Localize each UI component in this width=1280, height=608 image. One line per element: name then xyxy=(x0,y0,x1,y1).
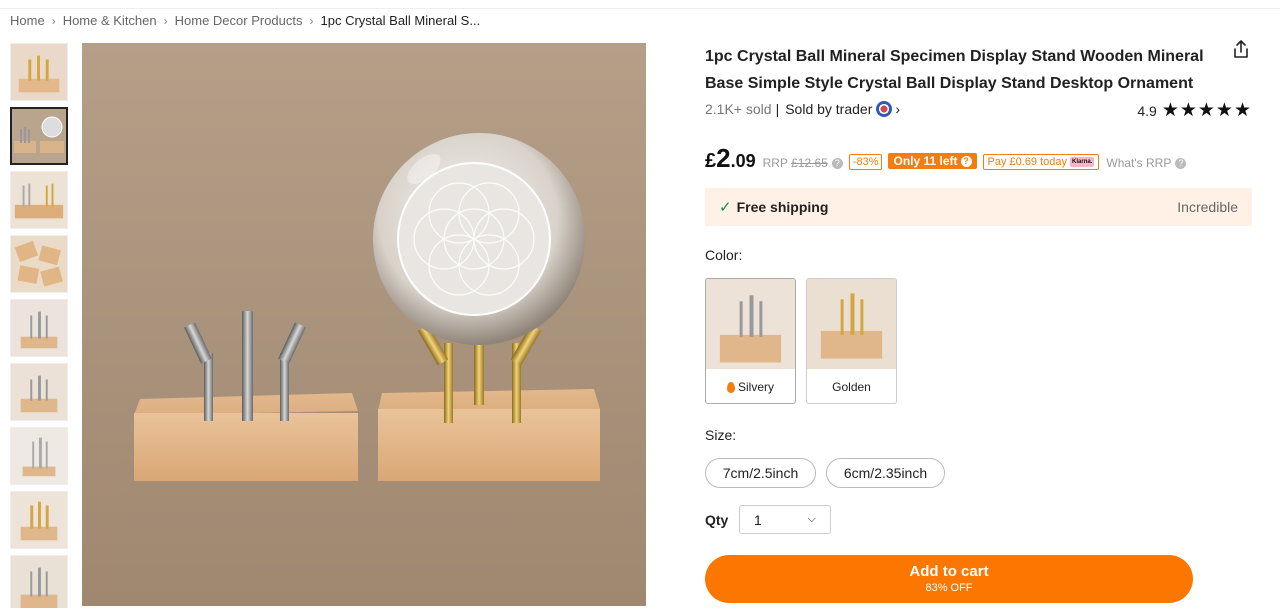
qty-select[interactable]: 1 ⌵ xyxy=(739,505,831,534)
thumbnail-9[interactable] xyxy=(10,555,68,608)
stock-badge[interactable]: Only 11 left? xyxy=(888,153,977,169)
divider: | xyxy=(775,101,780,117)
breadcrumb-separator-icon: › xyxy=(163,13,168,28)
swatch-image xyxy=(807,279,896,369)
price-decimal: .09 xyxy=(730,151,756,171)
klarna-logo: Klarna. xyxy=(1070,157,1095,167)
help-icon: ? xyxy=(1175,158,1187,170)
swatch-text: Silvery xyxy=(737,380,774,394)
size-option-6cm[interactable]: 6cm/2.35inch xyxy=(826,458,945,488)
swatch-label: Silvery xyxy=(706,369,795,403)
chevron-down-icon: ⌵ xyxy=(807,513,816,525)
rrp-value: £12.65 xyxy=(791,156,828,170)
thumbnail-5[interactable] xyxy=(10,299,68,357)
breadcrumb-separator-icon: › xyxy=(309,13,314,28)
size-option-7cm[interactable]: 7cm/2.5inch xyxy=(705,458,816,488)
swatch-image xyxy=(706,279,795,369)
price-currency: £ xyxy=(705,150,717,172)
discount-badge: -83% xyxy=(848,154,883,170)
help-icon[interactable]: ? xyxy=(831,158,843,170)
shipping-banner[interactable]: ✓ Free shipping Incredible xyxy=(705,188,1252,226)
store-badge-icon xyxy=(876,101,893,117)
thumbnail-2[interactable] xyxy=(10,107,68,165)
rrp: RRP £12.65? xyxy=(763,156,843,170)
whats-rrp-link[interactable]: What's RRP? xyxy=(1106,156,1187,170)
stock-text: Only 11 left xyxy=(893,154,958,168)
thumbnail-7[interactable] xyxy=(10,427,68,485)
price-integer: 2 xyxy=(716,143,731,173)
breadcrumb: Home › Home & Kitchen › Home Decor Produ… xyxy=(10,13,480,28)
add-to-cart-discount: 83% OFF xyxy=(925,582,973,594)
klarna-badge[interactable]: Pay £0.69 today Klarna. xyxy=(982,154,1100,170)
main-product-image[interactable] xyxy=(82,43,646,606)
qty-value: 1 xyxy=(754,511,762,528)
rrp-label: RRP xyxy=(762,156,788,170)
share-icon[interactable] xyxy=(1230,38,1252,60)
star-icon: ★★★★★ xyxy=(1161,100,1252,121)
top-divider xyxy=(0,8,1280,9)
breadcrumb-home-kitchen[interactable]: Home & Kitchen xyxy=(63,13,157,28)
add-to-cart-button[interactable]: Add to cart 83% OFF xyxy=(705,555,1193,603)
breadcrumb-separator-icon: › xyxy=(51,13,56,28)
qty-label: Qty xyxy=(705,512,729,528)
sold-count: 2.1K+ sold xyxy=(705,101,772,117)
color-option-silvery[interactable]: Silvery xyxy=(705,278,796,404)
klarna-text: Pay £0.69 today xyxy=(987,156,1068,168)
breadcrumb-home-decor[interactable]: Home Decor Products xyxy=(175,13,303,28)
current-price: £2.09 xyxy=(705,143,756,174)
add-to-cart-label: Add to cart xyxy=(909,563,989,580)
rating-score: 4.9 xyxy=(1137,102,1157,119)
seller-link[interactable]: Sold by trader xyxy=(785,101,872,117)
shipping-note: Incredible xyxy=(1177,199,1238,215)
color-option-golden[interactable]: Golden xyxy=(806,278,897,404)
check-icon: ✓ xyxy=(719,199,732,216)
help-icon: ? xyxy=(960,156,972,168)
rating[interactable]: 4.9 ★★★★★ xyxy=(1137,99,1252,122)
thumbnail-list xyxy=(10,43,68,608)
breadcrumb-home[interactable]: Home xyxy=(10,13,45,28)
thumbnail-3[interactable] xyxy=(10,171,68,229)
color-label: Color: xyxy=(705,247,743,263)
hot-icon xyxy=(726,381,735,393)
swatch-label: Golden xyxy=(832,380,871,394)
thumbnail-4[interactable] xyxy=(10,235,68,293)
thumbnail-6[interactable] xyxy=(10,363,68,421)
chevron-right-icon[interactable]: › xyxy=(895,101,900,117)
price-row: £2.09 RRP £12.65? -83% Only 11 left? Pay… xyxy=(705,143,1187,174)
product-title: 1pc Crystal Ball Mineral Specimen Displa… xyxy=(705,48,1204,92)
thumbnail-8[interactable] xyxy=(10,491,68,549)
whats-rrp-text: What's RRP xyxy=(1106,156,1172,170)
size-label: Size: xyxy=(705,427,737,443)
breadcrumb-current: 1pc Crystal Ball Mineral S... xyxy=(320,13,481,28)
shipping-label: Free shipping xyxy=(736,199,829,215)
product-meta: 2.1K+ sold | Sold by trader › xyxy=(705,101,900,117)
thumbnail-1[interactable] xyxy=(10,43,68,101)
